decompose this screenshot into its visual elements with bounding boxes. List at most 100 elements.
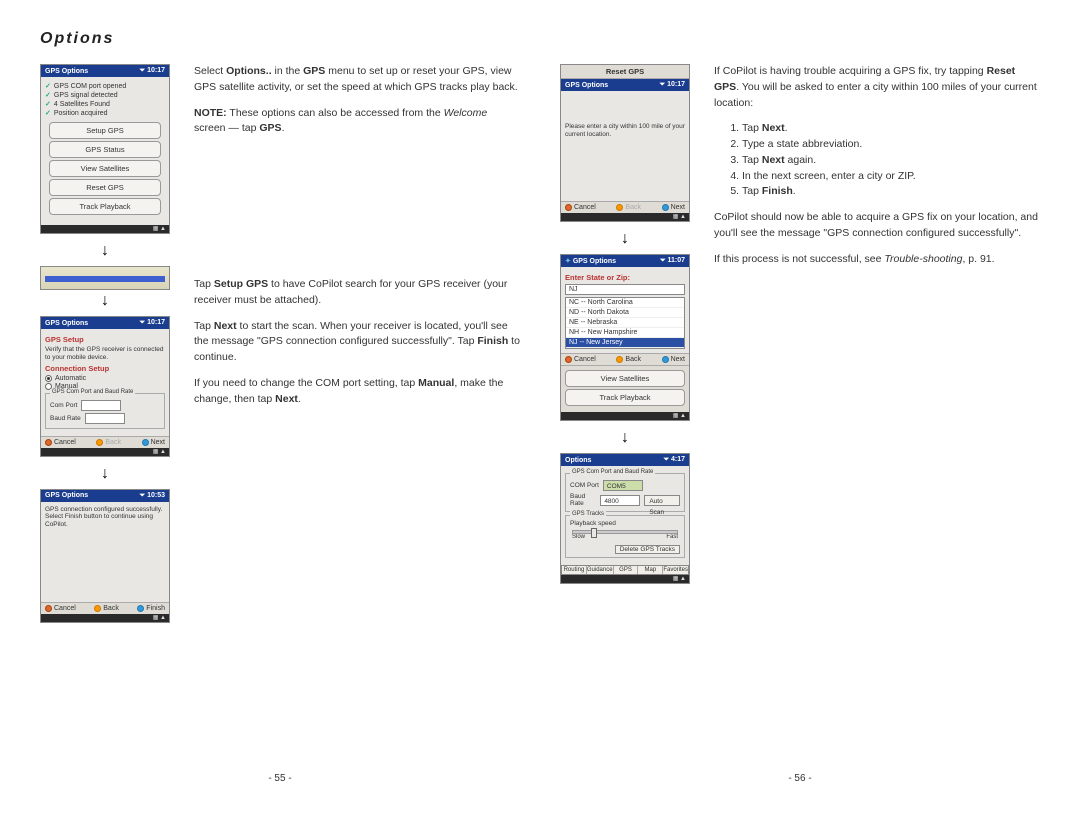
- radio-automatic[interactable]: [45, 375, 52, 382]
- status-text: 4 Satellites Found: [54, 101, 110, 108]
- cancel-button[interactable]: Cancel: [565, 356, 596, 363]
- back-button[interactable]: Back: [96, 439, 121, 446]
- paragraph: Tap Setup GPS to have CoPilot search for…: [194, 277, 520, 309]
- back-icon: [616, 356, 623, 363]
- paragraph: If this process is not successful, see T…: [714, 252, 1040, 268]
- back-icon: [96, 439, 103, 446]
- list-item[interactable]: NH -- New Hampshire: [566, 328, 684, 338]
- back-button[interactable]: Back: [616, 356, 641, 363]
- back-icon: [94, 605, 101, 612]
- page-spread: GPS Options⏷ 10:17 ✓GPS COM port opened …: [40, 64, 1040, 784]
- screen-options-detailed: Options ⏷ 4:17 GPS Com Port and Baud Rate…: [560, 453, 690, 584]
- list-item: Type a state abbreviation.: [742, 137, 1040, 153]
- keyboard-bar: ▦ ▲: [561, 412, 689, 420]
- time: ⏷ 4:17: [663, 456, 685, 464]
- keyboard-bar: ▦ ▲: [41, 448, 169, 456]
- tab-gps[interactable]: GPS: [614, 566, 639, 574]
- header: GPS Options: [45, 320, 88, 327]
- time: ⏷ 10:17: [140, 319, 165, 327]
- reset-gps-button[interactable]: Reset GPS: [49, 179, 161, 196]
- paragraph: Select Options.. in the GPS menu to set …: [194, 64, 520, 96]
- next-button[interactable]: Next: [662, 356, 685, 363]
- helper-text: Verify that the GPS receiver is connecte…: [45, 346, 165, 362]
- fieldset-legend: GPS Tracks: [570, 511, 606, 517]
- keyboard-bar: ▦ ▲: [561, 213, 689, 221]
- cancel-icon: [45, 605, 52, 612]
- playback-slider[interactable]: [572, 530, 678, 534]
- slow-label: Slow: [572, 534, 585, 540]
- section-header: GPS Setup: [45, 335, 165, 344]
- time: ⏷ 10:17: [660, 81, 685, 89]
- screen-gps-options-main: GPS Options⏷ 10:17 ✓GPS COM port opened …: [40, 64, 170, 234]
- gps-status-button[interactable]: GPS Status: [49, 141, 161, 158]
- track-playback-button[interactable]: Track Playback: [565, 389, 685, 406]
- paragraph: If you need to change the COM port setti…: [194, 376, 520, 408]
- text-column-right: If CoPilot is having trouble acquiring a…: [714, 64, 1040, 277]
- check-icon: ✓: [45, 82, 51, 90]
- view-satellites-button[interactable]: View Satellites: [49, 160, 161, 177]
- flow-arrow-icon: ↓: [560, 429, 690, 447]
- list-item-selected[interactable]: NJ -- New Jersey: [566, 338, 684, 348]
- list-item: Tap Finish.: [742, 184, 1040, 200]
- header: GPS Options: [565, 82, 608, 89]
- page-number: - 55 -: [40, 773, 520, 784]
- state-input[interactable]: NJ: [565, 284, 685, 295]
- com-port-select[interactable]: [81, 400, 121, 411]
- view-satellites-button[interactable]: View Satellites: [565, 370, 685, 387]
- titlebar: Reset GPS: [561, 65, 689, 79]
- paragraph: CoPilot should now be able to acquire a …: [714, 210, 1040, 242]
- back-button[interactable]: Back: [94, 605, 119, 612]
- check-icon: ✓: [45, 109, 51, 117]
- baud-rate-select[interactable]: 4800: [600, 495, 640, 506]
- tab-guidance[interactable]: Guidance: [587, 566, 614, 574]
- screen-reset-gps: Reset GPS GPS Options ⏷ 10:17 Please ente…: [560, 64, 690, 222]
- header: Options: [565, 457, 591, 464]
- list-item: Tap Next again.: [742, 153, 1040, 169]
- screen-state-zip: ✦ GPS Options⏷ 11:07 Enter State or Zip:…: [560, 254, 690, 421]
- baud-rate-label: Baud Rate: [570, 493, 596, 507]
- com-port-select[interactable]: COM5: [603, 480, 643, 491]
- tab-map[interactable]: Map: [638, 566, 663, 574]
- fieldset-gps-tracks: GPS Tracks Playback speed SlowFast Delet…: [565, 515, 685, 558]
- screens-column-right: Reset GPS GPS Options ⏷ 10:17 Please ente…: [560, 64, 690, 592]
- cancel-button[interactable]: Cancel: [45, 439, 76, 446]
- header: GPS Options: [45, 68, 88, 75]
- time: ⏷ 10:17: [140, 67, 165, 75]
- cancel-button[interactable]: Cancel: [45, 605, 76, 612]
- fieldset-com-baud: GPS Com Port and Baud Rate COM PortCOM5 …: [565, 473, 685, 512]
- auto-scan-button[interactable]: Auto Scan: [644, 495, 680, 506]
- playback-label: Playback speed: [570, 520, 680, 528]
- cancel-button[interactable]: Cancel: [565, 204, 596, 211]
- delete-tracks-button[interactable]: Delete GPS Tracks: [615, 545, 680, 554]
- track-playback-button[interactable]: Track Playback: [49, 198, 161, 215]
- check-icon: ✓: [45, 100, 51, 108]
- screens-column-left: GPS Options⏷ 10:17 ✓GPS COM port opened …: [40, 64, 170, 631]
- baud-rate-select[interactable]: [85, 413, 125, 424]
- setup-gps-button[interactable]: Setup GPS: [49, 122, 161, 139]
- next-icon: [142, 439, 149, 446]
- page-55: GPS Options⏷ 10:17 ✓GPS COM port opened …: [40, 64, 520, 784]
- tab-favorites[interactable]: Favorites: [663, 566, 688, 574]
- time: ⏷ 10:53: [140, 492, 165, 500]
- list-item[interactable]: NE -- Nebraska: [566, 318, 684, 328]
- keyboard-bar: ▦ ▲: [41, 614, 169, 622]
- header: ✦ GPS Options: [565, 257, 616, 265]
- flow-arrow-icon: ↓: [560, 230, 690, 248]
- list-item[interactable]: NC -- North Carolina: [566, 298, 684, 308]
- next-button[interactable]: Next: [142, 439, 165, 446]
- page-title: Options: [40, 30, 1040, 48]
- tab-routing[interactable]: Routing: [562, 566, 587, 574]
- status-text: GPS signal detected: [54, 92, 118, 99]
- time: ⏷ 11:07: [660, 257, 685, 265]
- page-number: - 56 -: [560, 773, 1040, 784]
- next-button[interactable]: Next: [662, 204, 685, 211]
- list-item[interactable]: ND -- North Dakota: [566, 308, 684, 318]
- prompt-text: Please enter a city within 100 mile of y…: [565, 123, 685, 139]
- fieldset-legend: GPS Com Port and Baud Rate: [50, 389, 135, 395]
- paragraph: Tap Next to start the scan. When your re…: [194, 319, 520, 366]
- keyboard-bar: ▦ ▲: [561, 575, 689, 583]
- back-button[interactable]: Back: [616, 204, 641, 211]
- status-text: GPS COM port opened: [54, 83, 126, 90]
- finish-button[interactable]: Finish: [137, 605, 165, 612]
- state-list[interactable]: NC -- North Carolina ND -- North Dakota …: [565, 297, 685, 349]
